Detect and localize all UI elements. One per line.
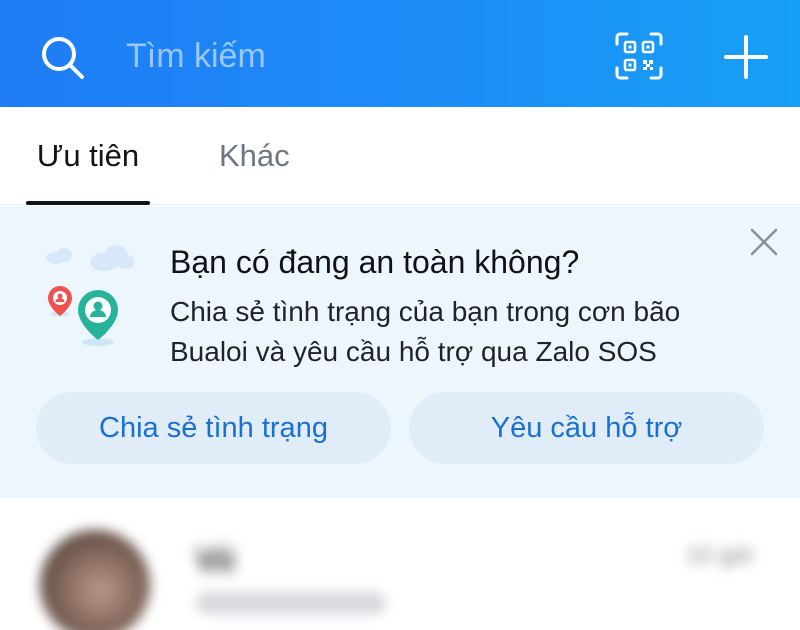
search-icon[interactable] xyxy=(38,33,86,81)
conversation-row[interactable]: Vii 10 giờ xyxy=(0,500,800,630)
location-pin-illustration-icon xyxy=(46,245,134,346)
search-input[interactable] xyxy=(126,30,526,82)
conversation-time: 10 giờ xyxy=(686,542,754,569)
active-tab-indicator xyxy=(26,201,150,205)
qr-code-icon[interactable] xyxy=(614,31,664,81)
banner-title: Bạn có đang an toàn không? xyxy=(170,244,580,280)
tab-other-label: Khác xyxy=(219,138,290,173)
banner-description: Chia sẻ tình trạng của bạn trong cơn bão… xyxy=(170,296,681,367)
plus-icon[interactable] xyxy=(722,33,770,81)
request-help-button[interactable]: Yêu cầu hỗ trợ xyxy=(409,392,764,464)
avatar xyxy=(40,530,150,630)
conversation-name: Vii xyxy=(196,542,235,578)
top-header xyxy=(0,0,800,107)
close-icon[interactable] xyxy=(744,222,784,262)
tab-bar: Ưu tiên Khác xyxy=(0,107,800,205)
tab-priority-label: Ưu tiên xyxy=(36,138,140,173)
tab-priority[interactable]: Ưu tiên xyxy=(26,107,150,205)
tab-other[interactable]: Khác xyxy=(219,107,290,205)
sos-banner: Bạn có đang an toàn không? Chia sẻ tình … xyxy=(0,206,800,498)
conversation-preview-placeholder xyxy=(196,592,386,614)
share-status-button[interactable]: Chia sẻ tình trạng xyxy=(36,392,391,464)
